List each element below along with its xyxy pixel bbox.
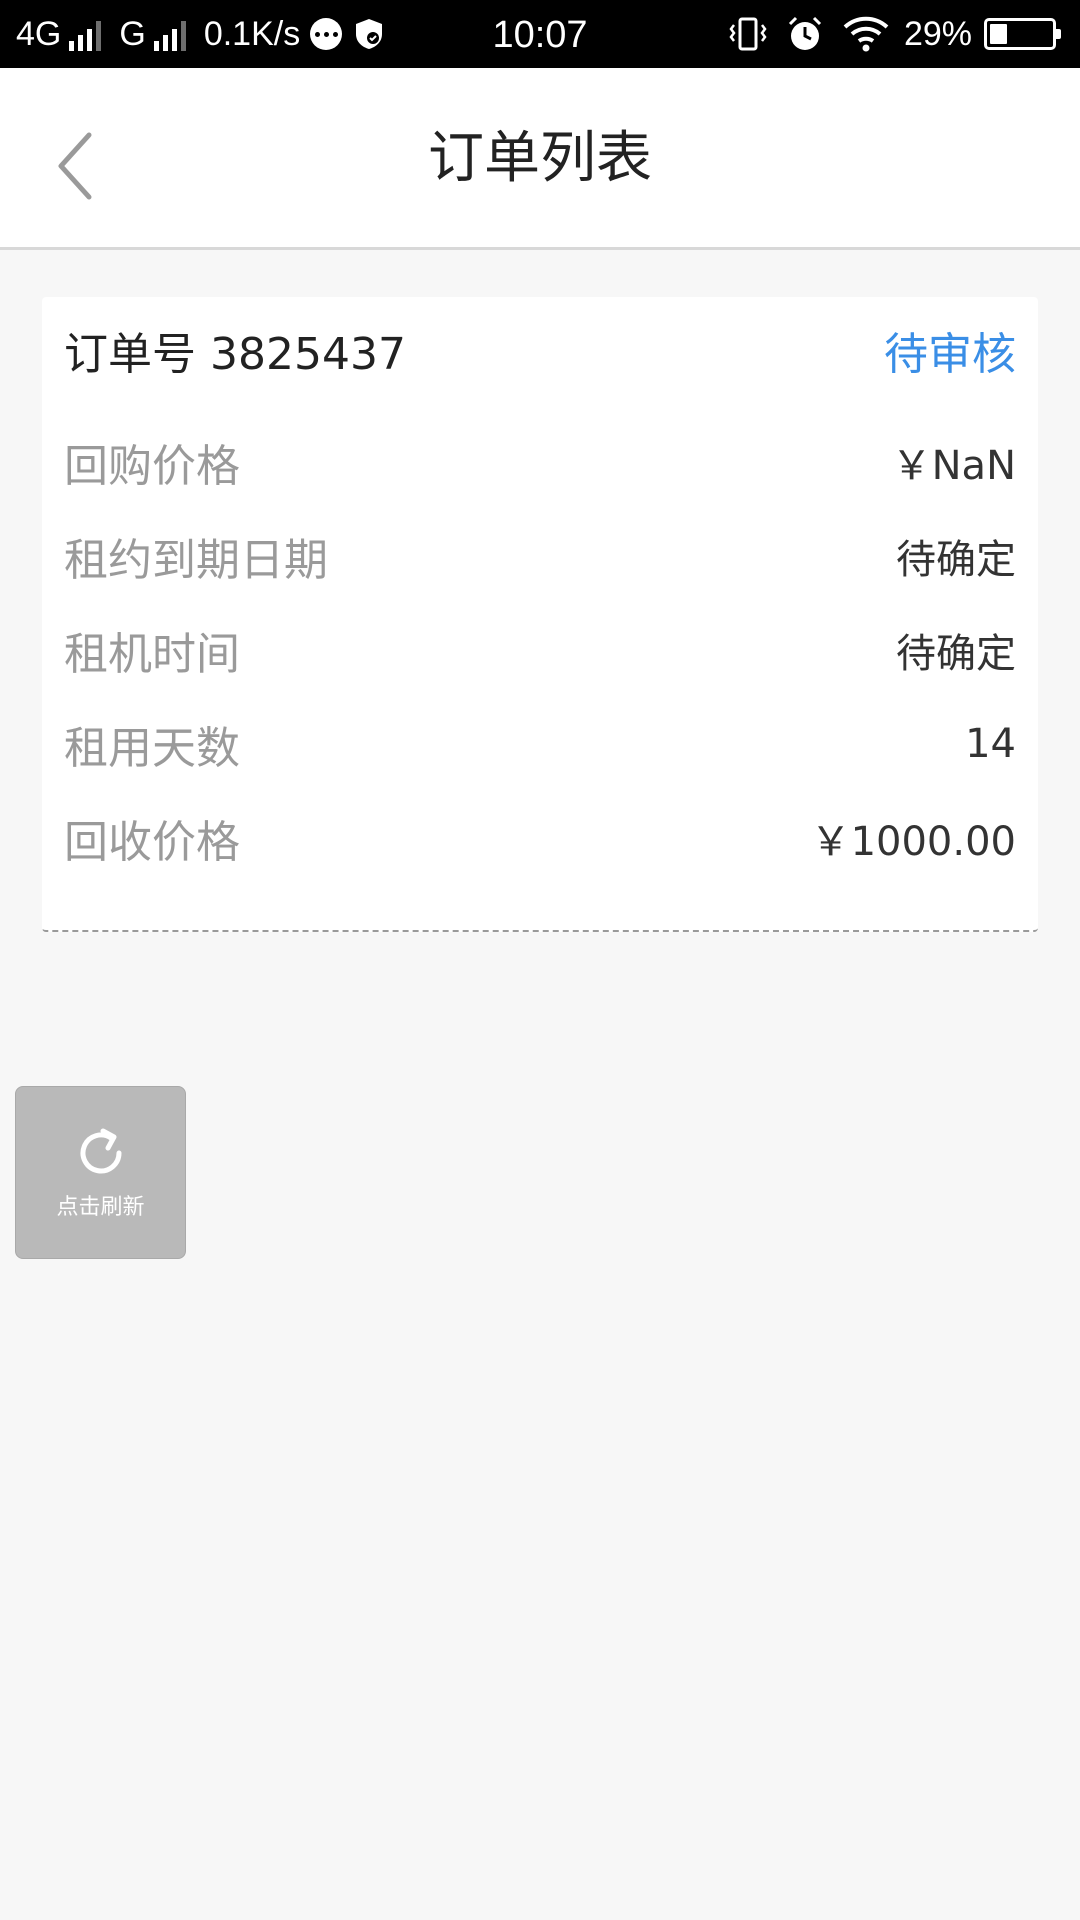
battery-icon [984, 18, 1061, 50]
status-bar: 4G G 0.1K/s 10:07 29% [0, 0, 1080, 68]
network-speed: 0.1K/s [203, 14, 301, 53]
row-value: 14 [965, 721, 1016, 767]
detail-row-lease-expiry: 租约到期日期 待确定 [64, 509, 1016, 603]
row-value: 待确定 [896, 537, 1016, 583]
status-badge: 待审核 [884, 329, 1016, 380]
chat-icon [310, 18, 343, 50]
signal-icon [69, 17, 105, 51]
battery-percent: 29% [903, 14, 972, 53]
order-card[interactable]: 订单号 3825437 待审核 回购价格 ￥NaN 租约到期日期 待确定 租机时… [42, 297, 1038, 932]
refresh-button[interactable]: 点击刷新 [15, 1086, 186, 1259]
detail-row-recycle-price: 回收价格 ￥1000.00 [64, 791, 1016, 885]
chevron-left-icon [58, 132, 92, 200]
network-type-1: 4G [16, 14, 62, 53]
row-value: ￥1000.00 [810, 819, 1016, 865]
refresh-icon [80, 1128, 121, 1174]
status-bar-right: 29% [710, 0, 1061, 68]
vibrate-icon [729, 17, 767, 51]
order-header: 订单号 3825437 待审核 [64, 315, 1016, 385]
row-label: 回收价格 [64, 817, 240, 868]
detail-row-rental-time: 租机时间 待确定 [64, 603, 1016, 697]
wifi-icon [843, 16, 889, 52]
back-button[interactable] [40, 126, 110, 206]
status-bar-left: 4G G 0.1K/s [16, 0, 386, 68]
row-label: 租用天数 [64, 723, 240, 774]
row-value: 待确定 [896, 631, 1016, 677]
row-label: 租机时间 [64, 629, 240, 680]
network-type-2: G [119, 14, 146, 53]
alarm-icon [788, 16, 821, 50]
page-title: 订单列表 [428, 126, 652, 191]
refresh-label: 点击刷新 [56, 1195, 145, 1220]
nav-bar: 订单列表 [0, 68, 1080, 250]
signal-icon-2 [153, 17, 190, 51]
row-value: ￥NaN [891, 443, 1016, 489]
battery-fill [990, 24, 1008, 44]
detail-row-rental-days: 租用天数 14 [64, 697, 1016, 791]
order-number: 订单号 3825437 [64, 329, 406, 380]
shield-icon [356, 19, 383, 49]
row-label: 租约到期日期 [64, 535, 328, 586]
row-label: 回购价格 [64, 441, 240, 492]
detail-row-buyback-price: 回购价格 ￥NaN [64, 415, 1016, 509]
order-detail-list: 回购价格 ￥NaN 租约到期日期 待确定 租机时间 待确定 租用天数 14 回收… [64, 415, 1016, 885]
